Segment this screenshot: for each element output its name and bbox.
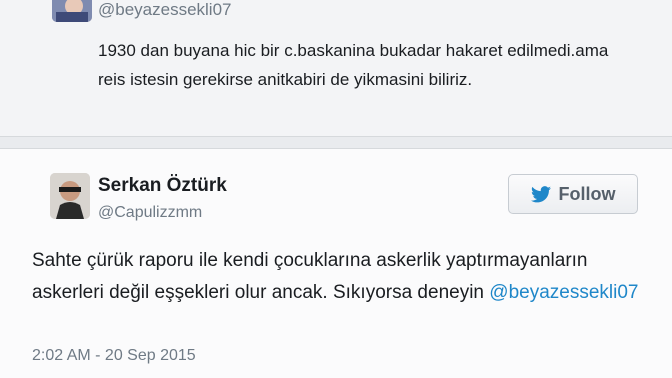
tweet-handle[interactable]: @beyazessekli07 [98,0,232,20]
author-handle[interactable]: @Capulizzmm [98,204,202,222]
tweet-text: Sahte çürük raporu ile kendi çocuklarına… [32,245,652,309]
mention-link[interactable]: @beyazessekli07 [489,282,638,303]
follow-button[interactable]: Follow [508,174,638,214]
tweet-text: 1930 dan buyana hic bir c.baskanina buka… [98,41,609,89]
follow-label: Follow [558,183,616,204]
tweet-card-main: Serkan Öztürk @Capulizzmm Follow Sahte ç… [0,148,672,378]
tweet-timestamp[interactable]: 2:02 AM - 20 Sep 2015 [32,347,196,365]
tweet-card-top: @beyazessekli07 1930 dan buyana hic bir … [0,0,672,137]
avatar[interactable] [52,0,92,22]
avatar-image [50,173,90,219]
avatar[interactable] [50,173,90,219]
author-name[interactable]: Serkan Öztürk [98,175,227,197]
avatar-image [52,0,92,22]
twitter-bird-icon [530,185,551,202]
